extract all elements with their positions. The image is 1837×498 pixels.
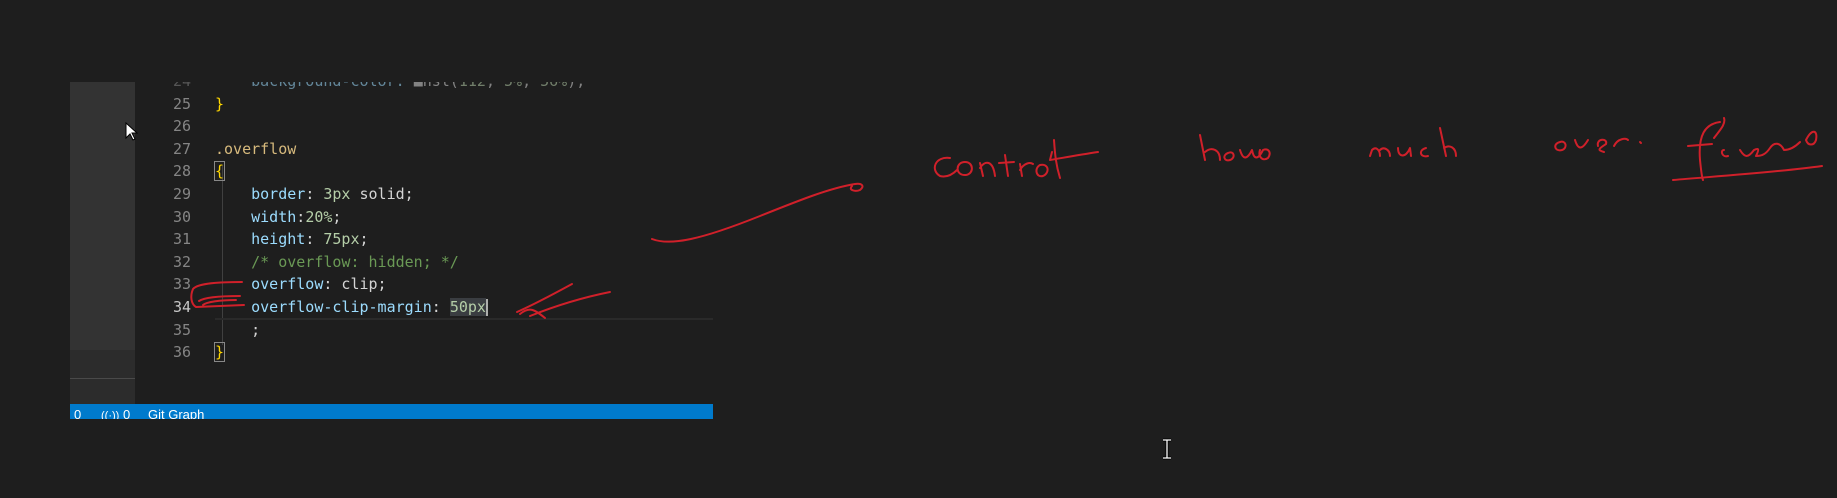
annotation-word-control — [933, 139, 1099, 179]
mouse-pointer-icon — [125, 122, 139, 141]
handwritten-annotation-layer — [190, 117, 1823, 319]
annotation-arrow — [651, 182, 864, 243]
annotation-underline — [1672, 165, 1823, 181]
annotation-word-flow — [1687, 117, 1818, 181]
text-cursor-icon — [1163, 438, 1171, 460]
annotation-bracket — [190, 281, 245, 308]
annotation-word-much — [1369, 127, 1457, 158]
annotation-checkmark — [516, 283, 611, 319]
annotation-bracket — [202, 299, 237, 306]
annotation-word-over — [1554, 137, 1642, 153]
annotation-word-how — [1199, 134, 1271, 162]
